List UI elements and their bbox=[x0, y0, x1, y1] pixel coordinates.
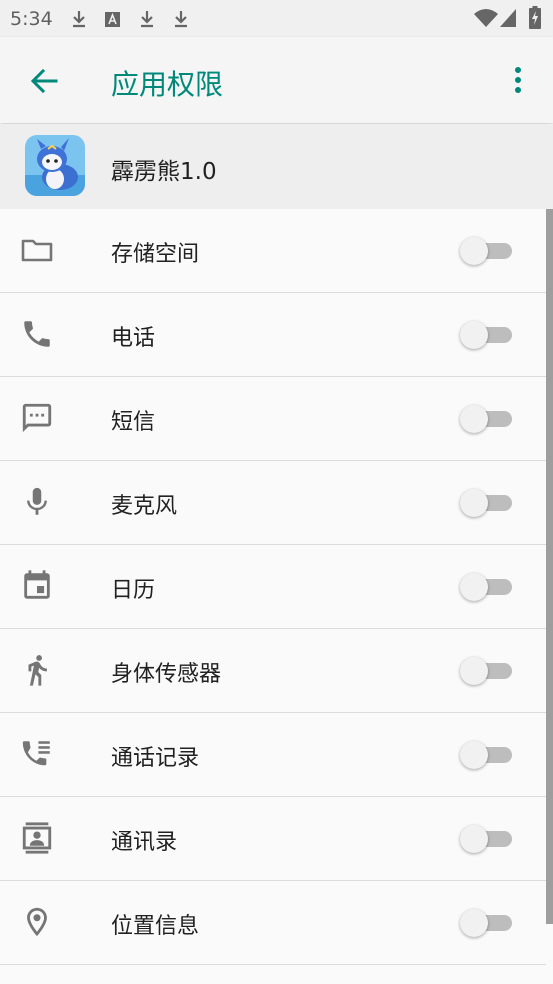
permission-row-storage[interactable]: 存储空间 bbox=[0, 209, 546, 293]
running-icon bbox=[28, 655, 47, 686]
permission-row-contacts[interactable]: 通讯录 bbox=[0, 797, 546, 881]
folder-icon bbox=[21, 239, 53, 262]
permission-toggle[interactable] bbox=[460, 573, 514, 601]
app-name: 霹雳熊1.0 bbox=[111, 159, 217, 185]
permission-toggle[interactable] bbox=[460, 741, 514, 769]
permission-label: 存储空间 bbox=[111, 242, 200, 267]
scrollbar[interactable] bbox=[546, 209, 553, 924]
permission-toggle[interactable] bbox=[460, 909, 514, 937]
permission-row-body-sensors[interactable]: 身体传感器 bbox=[0, 629, 546, 713]
font-icon bbox=[105, 12, 120, 27]
toggle-thumb bbox=[460, 321, 488, 349]
permission-toggle[interactable] bbox=[460, 405, 514, 433]
app-bar: 应用权限 bbox=[0, 37, 553, 123]
download-icon bbox=[141, 11, 153, 28]
calendar-icon bbox=[24, 570, 50, 599]
app-icon bbox=[25, 135, 85, 196]
download-icon bbox=[73, 11, 85, 28]
location-icon bbox=[27, 907, 47, 937]
permission-toggle[interactable] bbox=[460, 657, 514, 685]
status-time: 5:34 bbox=[10, 8, 53, 30]
permission-toggle[interactable] bbox=[460, 489, 514, 517]
permission-list: 存储空间 电话 短信 麦克风 日历 身体传感器 通话记录 通讯录 位置信息 bbox=[0, 209, 546, 965]
app-header: 霹雳熊1.0 bbox=[0, 124, 553, 209]
permission-label: 通讯录 bbox=[111, 830, 178, 855]
toggle-thumb bbox=[460, 909, 488, 937]
back-arrow-icon[interactable] bbox=[28, 65, 60, 97]
more-options-icon[interactable] bbox=[508, 65, 528, 95]
toggle-thumb bbox=[460, 573, 488, 601]
permission-row-microphone[interactable]: 麦克风 bbox=[0, 461, 546, 545]
battery-charging-icon bbox=[529, 6, 541, 29]
permission-row-calendar[interactable]: 日历 bbox=[0, 545, 546, 629]
permission-row-sms[interactable]: 短信 bbox=[0, 377, 546, 461]
call-log-icon bbox=[22, 741, 50, 766]
status-bar: 5:34 bbox=[0, 0, 553, 37]
permission-label: 电话 bbox=[111, 326, 156, 351]
permission-row-call-log[interactable]: 通话记录 bbox=[0, 713, 546, 797]
permission-toggle[interactable] bbox=[460, 321, 514, 349]
download-icon bbox=[175, 11, 187, 28]
permission-label: 通话记录 bbox=[111, 746, 200, 771]
permission-toggle[interactable] bbox=[460, 825, 514, 853]
permission-toggle[interactable] bbox=[460, 237, 514, 265]
wifi-icon bbox=[474, 9, 498, 27]
toggle-thumb bbox=[460, 237, 488, 265]
permission-row-phone[interactable]: 电话 bbox=[0, 293, 546, 377]
permission-label: 麦克风 bbox=[111, 494, 178, 519]
toggle-thumb bbox=[460, 825, 488, 853]
permission-label: 短信 bbox=[111, 410, 156, 435]
phone-icon bbox=[24, 321, 50, 347]
toggle-thumb bbox=[460, 489, 488, 517]
contacts-icon bbox=[22, 822, 52, 854]
permission-row-location[interactable]: 位置信息 bbox=[0, 881, 546, 965]
sms-icon bbox=[22, 403, 52, 433]
microphone-icon bbox=[27, 487, 47, 515]
toggle-thumb bbox=[460, 657, 488, 685]
toggle-thumb bbox=[460, 405, 488, 433]
permission-label: 身体传感器 bbox=[111, 662, 222, 687]
page-title: 应用权限 bbox=[111, 68, 224, 101]
signal-icon bbox=[500, 9, 516, 27]
permission-label: 日历 bbox=[111, 578, 156, 603]
toggle-thumb bbox=[460, 741, 488, 769]
permission-label: 位置信息 bbox=[111, 914, 200, 939]
